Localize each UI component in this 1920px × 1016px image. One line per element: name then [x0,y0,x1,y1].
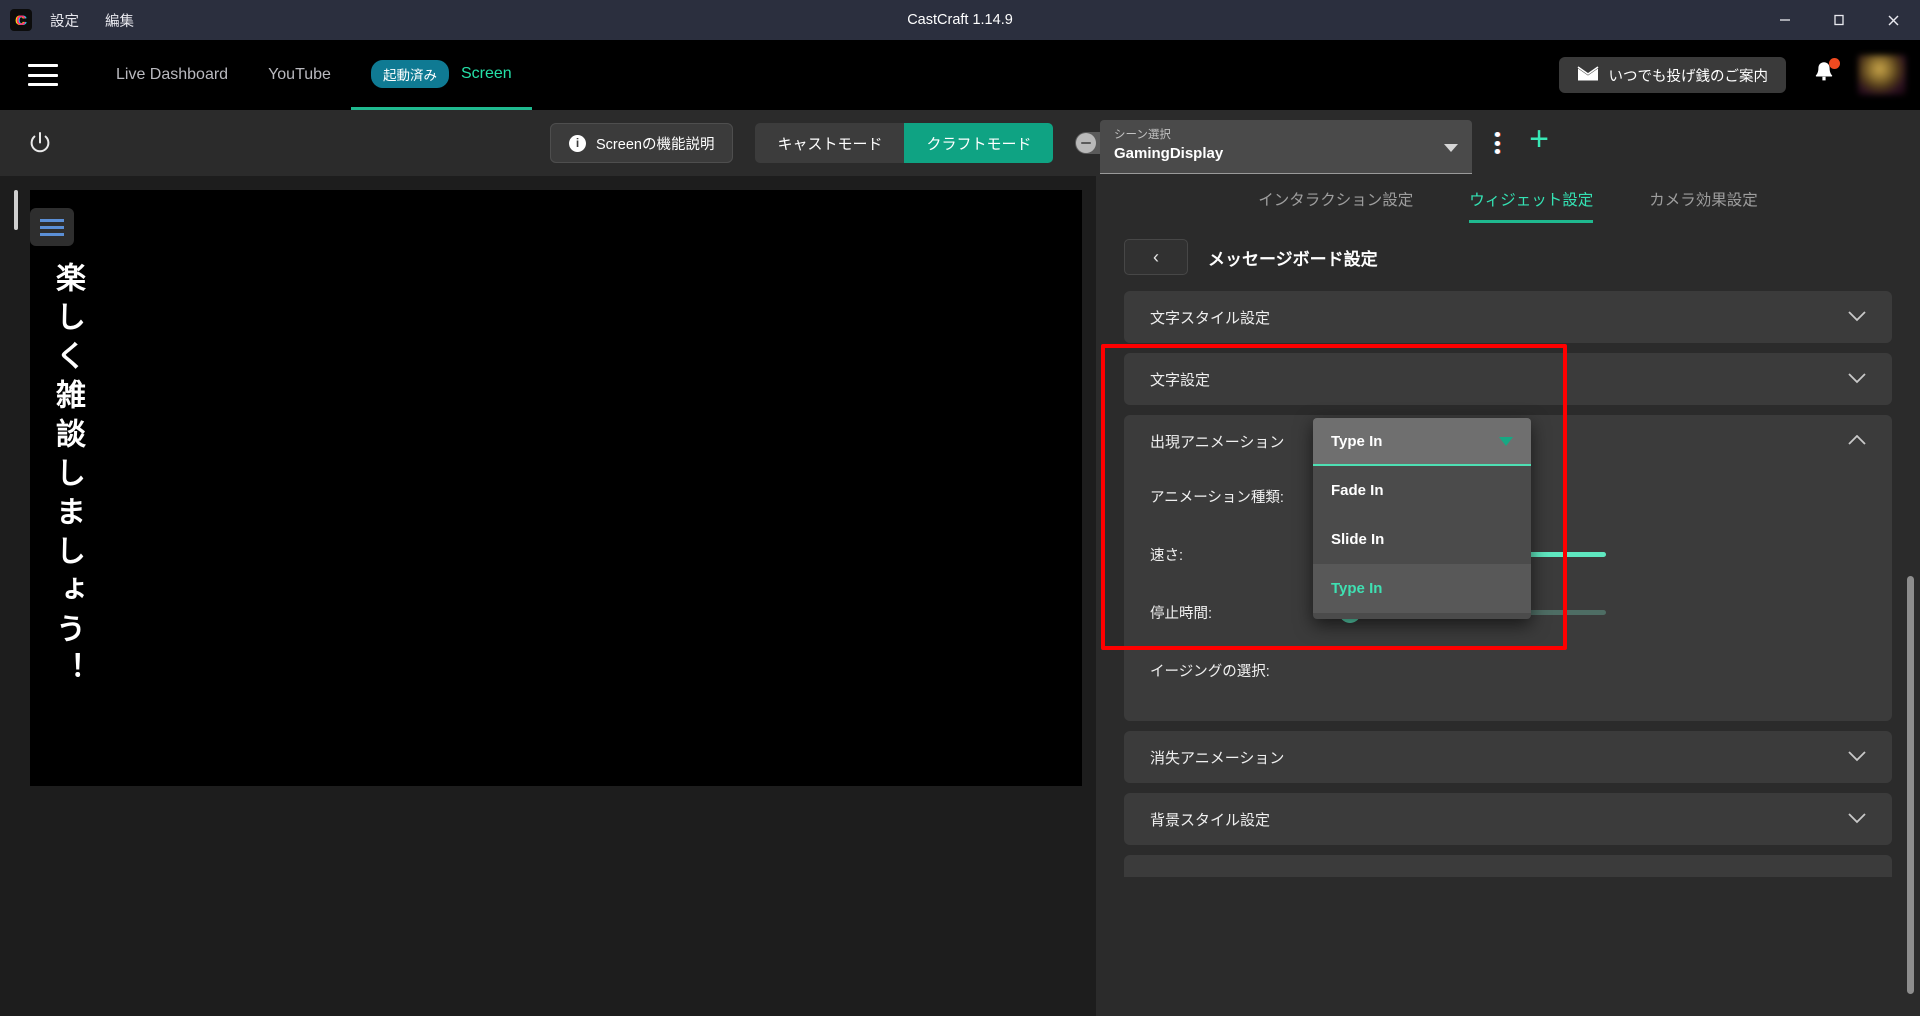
scene-select[interactable]: シーン選択 GamingDisplay [1100,120,1472,174]
tip-guide-label: いつでも投げ銭のご案内 [1608,68,1769,85]
screen-feature-info-label: Screenの機能説明 [596,136,715,153]
message-board-text: 楽しく雑談しましょう！ [50,262,85,691]
dropdown-option-fade-in[interactable]: Fade In [1313,466,1531,515]
app-logo-icon: C [10,9,32,31]
preview-scroll-indicator[interactable] [14,190,18,230]
window-title: CastCraft 1.14.9 [907,12,1013,28]
panel-header: ‹ メッセージボード設定 [1096,223,1920,275]
title-bar: C 設定 編集 CastCraft 1.14.9 [0,0,1920,40]
drag-handle-icon[interactable] [30,208,74,246]
mode-craft-button[interactable]: クラフトモード [904,123,1054,163]
chevron-down-icon [1848,750,1866,764]
preview-canvas[interactable]: 楽しく雑談しましょう！ [30,190,1082,786]
maximize-button[interactable] [1812,0,1866,40]
scene-select-value: GamingDisplay [1114,145,1224,162]
accordion-title: 出現アニメーション [1150,433,1285,451]
tab-widget-settings[interactable]: ウィジェット設定 [1469,188,1594,223]
dropdown-selected-row[interactable]: Type In [1313,418,1531,466]
nav-tab-label: Live Dashboard [116,66,229,83]
animation-easing-label: イージングの選択: [1150,663,1270,680]
minimize-button[interactable] [1758,0,1812,40]
accordion-text-settings[interactable]: 文字設定 [1124,353,1892,405]
plus-icon[interactable]: + [1522,122,1556,158]
nav-tab-label: Screen [460,64,512,82]
preview-pane: 楽しく雑談しましょう！ [0,176,1096,1016]
notification-bell-button[interactable] [1812,57,1840,91]
mode-segmented-control: キャストモード クラフトモード [755,123,1054,163]
screen-feature-info-button[interactable]: i Screenの機能説明 [550,123,734,163]
dropdown-option-slide-in[interactable]: Slide In [1313,515,1531,564]
nav-tab-live-dashboard[interactable]: Live Dashboard [96,40,248,110]
accordion-title: 背景スタイル設定 [1150,811,1271,829]
accordion-text-style-settings[interactable]: 文字スタイル設定 [1124,291,1892,343]
chevron-down-icon [1444,144,1458,152]
settings-panel-scrollbar[interactable] [1907,576,1914,994]
animation-type-dropdown: Type In Fade In Slide In Type In [1313,418,1531,619]
avatar[interactable] [1858,55,1906,95]
dropdown-selected-value: Type In [1331,432,1383,450]
chevron-down-icon [1848,812,1866,826]
window-controls [1758,0,1920,40]
accordion-title: 文字スタイル設定 [1150,309,1271,327]
main-body: 楽しく雑談しましょう！ インタラクション設定 ウィジェット設定 カメラ効果設定 … [0,176,1920,1016]
chevron-down-icon [1848,372,1866,386]
chevron-left-icon[interactable]: ‹ [1124,239,1188,275]
tip-guide-button[interactable]: いつでも投げ銭のご案内 [1558,57,1786,93]
nav-tab-label: YouTube [268,66,331,83]
scene-select-label: シーン選択 [1114,129,1171,141]
mail-icon [1577,64,1599,86]
nav-tab-screen[interactable]: 起動済み Screen [350,40,532,110]
notification-dot [1829,57,1840,69]
screen-toolbar: i Screenの機能説明 キャストモード クラフトモード デモメッセージを流す… [0,110,1920,176]
tab-interaction-settings[interactable]: インタラクション設定 [1258,188,1413,223]
bell-icon [1812,61,1836,90]
tab-camera-effect-settings[interactable]: カメラ効果設定 [1649,188,1758,223]
chevron-down-icon [1848,310,1866,324]
settings-tabs: インタラクション設定 ウィジェット設定 カメラ効果設定 [1096,176,1920,223]
menu-edit[interactable]: 編集 [105,10,134,31]
accordion-disappear-animation[interactable]: 消失アニメーション [1124,731,1892,783]
mode-cast-button[interactable]: キャストモード [755,123,905,163]
info-icon: i [569,134,586,152]
main-navbar: Live Dashboard YouTube 起動済み Screen いつでも投… [0,40,1920,110]
accordion-title: 消失アニメーション [1150,749,1285,767]
dropdown-option-type-in[interactable]: Type In [1313,564,1531,613]
nav-tab-youtube[interactable]: YouTube [248,40,351,110]
toggle-knob [1076,133,1097,153]
accordion-partial-next[interactable] [1124,855,1892,877]
page-title: メッセージボード設定 [1208,249,1378,269]
close-button[interactable] [1866,0,1920,40]
caret-down-icon [1499,436,1513,446]
hamburger-icon[interactable] [28,64,58,86]
menu-settings[interactable]: 設定 [50,10,79,31]
accordion-background-style-settings[interactable]: 背景スタイル設定 [1124,793,1892,845]
chevron-up-icon [1848,434,1866,448]
status-badge: 起動済み [370,59,449,88]
animation-easing-row: イージングの選択: [1150,641,1866,699]
more-vertical-icon[interactable] [1486,132,1508,154]
navbar-right-cluster: いつでも投げ銭のご案内 [1558,55,1920,95]
accordion-title: 文字設定 [1150,371,1211,389]
power-icon[interactable] [24,127,56,159]
